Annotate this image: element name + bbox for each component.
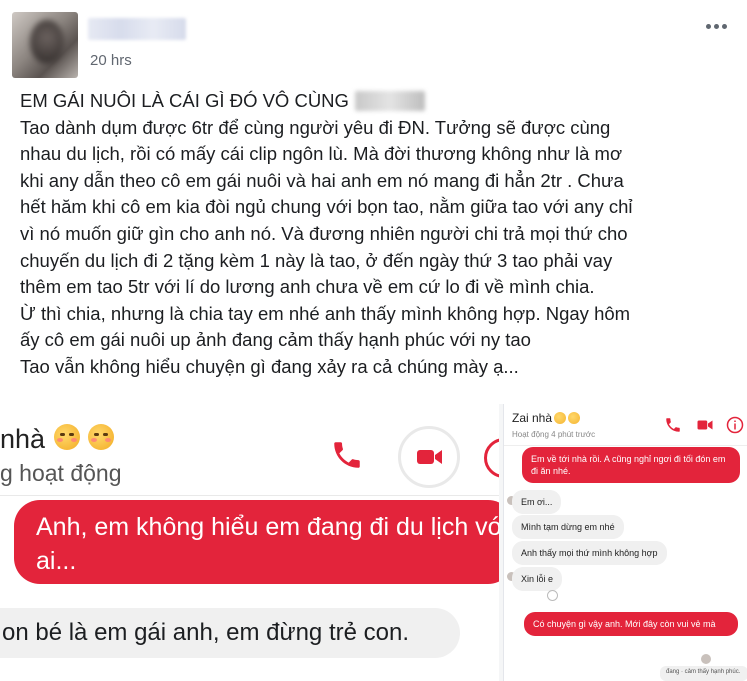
kissing-emoji-icon [554,412,567,424]
redacted-text [354,91,425,112]
video-call-icon[interactable] [696,416,714,434]
info-icon[interactable] [726,416,744,434]
post-line: Ừ thì chia, nhưng là chia tay em nhé anh… [20,302,631,324]
post-line: hết hăm khi cô em kia đòi ngủ chung với … [20,196,633,218]
post-timestamp[interactable]: 20 hrs [90,52,132,69]
photo-chat-screenshot-right[interactable]: Zai nhà Hoạt động 4 phút trước Em về tới… [503,404,747,681]
chat-contact-name-row: Zai nhà [512,411,581,425]
shared-post-preview: đang · cảm thấy hạnh phúc. [660,666,747,681]
smiley-icon[interactable] [547,590,558,601]
chat-bubble-sent: Em về tới nhà rồi. A cũng nghỉ ngơi đi t… [522,447,740,483]
chat-header: nhà g hoạt động [0,404,499,496]
post-line: thêm em tao 5tr với lí do lương anh chưa… [20,276,595,298]
post-text: EM GÁI NUÔI LÀ CÁI GÌ ĐÓ VÔ CÙNG Tao dàn… [20,88,742,381]
more-options-icon[interactable] [706,24,727,29]
post-title-line: EM GÁI NUÔI LÀ CÁI GÌ ĐÓ VÔ CÙNG [20,88,742,115]
seen-avatar [701,654,711,664]
chat-bubble-sent: Anh, em không hiểu em đang đi du lịch vớ… [14,500,499,584]
post-line: khi any dẫn theo cô em gái nuôi và hai a… [20,169,624,191]
phone-icon[interactable] [330,438,364,472]
chat-bubble-received: Anh thấy mọi thứ mình không hợp [512,541,667,565]
chat-status: Hoạt động 4 phút trước [512,430,596,439]
kissing-emoji-icon [54,424,80,450]
post-title: EM GÁI NUÔI LÀ CÁI GÌ ĐÓ VÔ CÙNG [20,90,349,111]
post-line: vì nó muốn giữ gìn cho anh nó. Và đương … [20,222,628,244]
post-line: nhau du lịch, rồi có mấy cái clip ngôn l… [20,143,623,165]
chat-header: Zai nhà Hoạt động 4 phút trước [504,404,747,446]
chat-bubble-received: Mình tạm dừng em nhé [512,515,624,539]
chat-bubble-received: Em ơi... [512,490,562,514]
chat-contact-name: nhà [0,424,46,454]
chat-bubble-received: on bé là em gái anh, em đừng trẻ con. [0,608,460,658]
post-line: Tao vẫn không hiểu chuyện gì đang xảy ra… [20,355,519,377]
video-call-icon[interactable] [398,426,460,488]
kissing-emoji-icon [568,412,581,424]
phone-icon[interactable] [664,416,682,434]
info-icon[interactable] [484,438,499,478]
author-name-redacted[interactable] [88,18,186,40]
chat-status: g hoạt động [0,460,122,486]
chat-bubble-sent: Có chuyện gì vậy anh. Mới đây còn vui vẻ… [524,612,738,636]
post-line: ấy cô em gái nuôi up ảnh đang cảm thấy h… [20,329,531,351]
chat-contact-name: Zai nhà [512,411,553,425]
post-line: Tao dành dụm được 6tr để cùng người yêu … [20,116,611,138]
kissing-emoji-icon [88,424,114,450]
profile-avatar[interactable] [12,12,78,78]
photo-chat-screenshot-left[interactable]: nhà g hoạt động Anh, em không hiểu em đa… [0,404,499,681]
chat-bubble-received: Xin lỗi e [512,567,563,591]
post-line: chuyến du lịch đi 2 tặng kèm 1 này là ta… [20,249,613,271]
post-photos[interactable]: nhà g hoạt động Anh, em không hiểu em đa… [0,404,747,681]
